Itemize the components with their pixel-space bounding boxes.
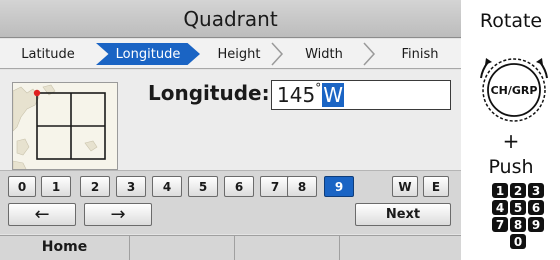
- wizard-steps: Latitude Longitude Height Width Finish: [0, 39, 461, 69]
- key-6-label: 6: [234, 179, 244, 194]
- softkey-3[interactable]: [235, 236, 340, 260]
- key-8[interactable]: 8: [287, 176, 317, 197]
- softkey-home[interactable]: Home: [0, 236, 130, 260]
- softkey-home-label: Home: [41, 239, 88, 255]
- softkey-4[interactable]: [340, 236, 461, 260]
- left-arrow-icon: ←: [34, 204, 50, 225]
- digit-keys-legend: 1 2 3 4 5 6 7 8 9 0: [492, 183, 552, 260]
- step-finish-label: Finish: [401, 46, 439, 62]
- plus-sign: +: [502, 129, 520, 153]
- key-8-label: 8: [297, 179, 307, 194]
- key-1-label: 1: [51, 179, 61, 194]
- digit-key-4: 4: [492, 200, 508, 215]
- screen-title: Quadrant: [183, 6, 278, 31]
- rotary-knob-icon[interactable]: CH/GRP: [472, 46, 556, 130]
- soft-key-bar: Home: [0, 235, 461, 260]
- key-4[interactable]: 4: [152, 176, 182, 197]
- softkey-2[interactable]: [130, 236, 235, 260]
- longitude-value: 145: [277, 83, 316, 107]
- key-east[interactable]: E: [423, 176, 449, 197]
- step-finish[interactable]: Finish: [382, 43, 458, 65]
- key-5[interactable]: 5: [188, 176, 218, 197]
- step-height-label: Height: [217, 46, 261, 62]
- key-east-label: E: [431, 179, 441, 194]
- content-area: Longitude: 145 ° W: [0, 70, 461, 170]
- next-button[interactable]: Next: [355, 203, 451, 226]
- digit-key-2: 2: [510, 183, 526, 198]
- step-width-label: Width: [305, 46, 343, 62]
- digit-key-8: 8: [510, 217, 526, 232]
- cursor-left-button[interactable]: ←: [8, 203, 76, 226]
- key-9[interactable]: 9: [324, 176, 354, 197]
- digit-key-7: 7: [492, 217, 508, 232]
- key-9-label: 9: [334, 179, 344, 194]
- key-4-label: 4: [162, 179, 172, 194]
- step-height[interactable]: Height: [200, 43, 278, 65]
- longitude-label: Longitude:: [148, 81, 270, 105]
- digit-key-1: 1: [492, 183, 508, 198]
- next-button-label: Next: [385, 207, 421, 222]
- title-bar: Quadrant: [0, 0, 461, 38]
- key-1[interactable]: 1: [41, 176, 71, 197]
- cursor-right-button[interactable]: →: [84, 203, 152, 226]
- step-separator-icon: [363, 42, 376, 66]
- step-longitude-label: Longitude: [115, 46, 181, 62]
- key-0[interactable]: 0: [8, 176, 36, 197]
- key-west[interactable]: W: [392, 176, 418, 197]
- key-3[interactable]: 3: [116, 176, 146, 197]
- degree-symbol: °: [315, 81, 322, 95]
- key-west-label: W: [398, 179, 412, 194]
- control-instructions: Rotate CH/GRP + Push 1 2 3 4 5 6 7 8 9 0: [462, 0, 560, 260]
- rotate-label: Rotate: [479, 10, 543, 32]
- position-marker-icon: [33, 89, 41, 97]
- device-screen: Quadrant Latitude Longitude Height Width…: [0, 0, 461, 260]
- key-3-label: 3: [126, 179, 136, 194]
- digit-key-0: 0: [510, 234, 526, 249]
- chart-thumbnail: [12, 82, 118, 170]
- push-label: Push: [488, 156, 534, 178]
- step-latitude[interactable]: Latitude: [4, 43, 92, 65]
- step-width[interactable]: Width: [286, 43, 362, 65]
- key-7[interactable]: 7: [260, 176, 290, 197]
- key-2-label: 2: [90, 179, 100, 194]
- longitude-hemisphere-cursor: W: [322, 83, 344, 107]
- step-longitude[interactable]: Longitude: [96, 43, 200, 65]
- knob-label: CH/GRP: [491, 84, 538, 97]
- digit-key-9: 9: [528, 217, 544, 232]
- step-latitude-label: Latitude: [21, 46, 75, 62]
- digit-key-3: 3: [528, 183, 544, 198]
- key-6[interactable]: 6: [224, 176, 254, 197]
- key-7-label: 7: [270, 179, 280, 194]
- step-separator-icon: [271, 42, 284, 66]
- map-image: [13, 83, 117, 169]
- digit-key-6: 6: [528, 200, 544, 215]
- digit-key-5: 5: [510, 200, 526, 215]
- key-0-label: 0: [17, 179, 27, 194]
- longitude-input[interactable]: 145 ° W: [271, 80, 451, 110]
- rotate-arrow-left-icon: [485, 58, 492, 65]
- rotate-arrow-right-icon: [536, 58, 543, 65]
- keypad: 0 1 2 3 4 5 6 7 8 9 W E ← → Next: [0, 170, 461, 234]
- key-2[interactable]: 2: [80, 176, 110, 197]
- key-5-label: 5: [198, 179, 208, 194]
- right-arrow-icon: →: [110, 204, 126, 225]
